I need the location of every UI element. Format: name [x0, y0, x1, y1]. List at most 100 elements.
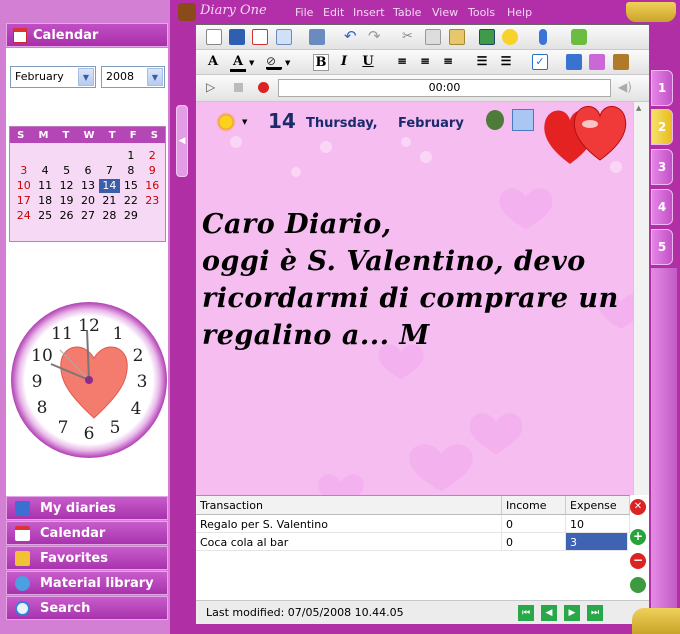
- month-select[interactable]: February ▼: [10, 66, 96, 88]
- calendar-day[interactable]: 22: [120, 194, 141, 208]
- calendar-day[interactable]: 13: [77, 179, 98, 193]
- italic-icon[interactable]: I: [336, 54, 352, 69]
- bullet-list-icon[interactable]: ☰: [474, 54, 490, 68]
- page-tab-2-active[interactable]: 2: [651, 109, 673, 145]
- calendar-day[interactable]: 28: [99, 209, 120, 223]
- nav-favorites[interactable]: Favorites: [6, 546, 168, 570]
- year-select[interactable]: 2008 ▼: [101, 66, 165, 88]
- nav-my-diaries[interactable]: My diaries: [6, 496, 168, 520]
- chevron-down-icon[interactable]: ▼: [285, 59, 290, 67]
- column-header[interactable]: Transaction: [196, 496, 502, 515]
- align-left-icon[interactable]: ≡: [394, 54, 410, 68]
- calendar-day[interactable]: 8: [120, 164, 141, 178]
- delete-page-icon[interactable]: [252, 29, 268, 45]
- calendar-day[interactable]: 7: [99, 164, 120, 178]
- print-icon[interactable]: [309, 29, 325, 45]
- menu-table[interactable]: Table: [393, 6, 421, 19]
- font-color-icon[interactable]: A: [230, 54, 246, 72]
- edit-icon[interactable]: [566, 54, 582, 70]
- calendar-day[interactable]: 12: [56, 179, 77, 193]
- calendar-day[interactable]: 2: [142, 149, 163, 163]
- close-icon[interactable]: ✕: [630, 499, 646, 515]
- calendar-day[interactable]: 24: [13, 209, 34, 223]
- media-progress[interactable]: 00:00: [278, 79, 611, 97]
- highlight-icon[interactable]: ⊘: [266, 54, 282, 70]
- diary-page[interactable]: ▼ 14 Thursday, February Caro Diario, ogg…: [196, 102, 633, 514]
- new-entry-icon[interactable]: [571, 29, 587, 45]
- table-cell[interactable]: 0: [502, 533, 566, 551]
- first-page-icon[interactable]: ⏮: [518, 605, 534, 621]
- menu-file[interactable]: File: [295, 6, 313, 19]
- calendar-day[interactable]: 23: [142, 194, 163, 208]
- calendar-day[interactable]: 9: [142, 164, 163, 178]
- undo-icon[interactable]: ↶: [344, 29, 360, 45]
- calendar-day[interactable]: 5: [56, 164, 77, 178]
- table-cell[interactable]: 0: [502, 515, 566, 533]
- nav-search[interactable]: Search: [6, 596, 168, 620]
- sound-icon[interactable]: [613, 54, 629, 70]
- nav-material-library[interactable]: Material library: [6, 571, 168, 595]
- volume-icon[interactable]: ◀): [618, 80, 632, 94]
- bold-icon[interactable]: B: [313, 54, 329, 71]
- refresh-icon[interactable]: [630, 577, 646, 593]
- calendar-day[interactable]: 15: [120, 179, 141, 193]
- chevron-down-icon[interactable]: ▼: [78, 68, 94, 86]
- menu-tools[interactable]: Tools: [468, 6, 495, 19]
- calendar-panel-header[interactable]: Calendar: [6, 23, 168, 47]
- insert-image-icon[interactable]: [479, 29, 495, 45]
- copy-page-icon[interactable]: [276, 29, 292, 45]
- save-icon[interactable]: [229, 29, 245, 45]
- calendar-day[interactable]: 4: [34, 164, 55, 178]
- table-cell[interactable]: Coca cola al bar: [196, 533, 502, 551]
- table-cell[interactable]: 10: [566, 515, 630, 533]
- attachment-icon[interactable]: [539, 29, 547, 45]
- calendar-day[interactable]: 20: [77, 194, 98, 208]
- underline-icon[interactable]: U: [360, 54, 376, 69]
- calendar-day[interactable]: 26: [56, 209, 77, 223]
- calendar-day[interactable]: 10: [13, 179, 34, 193]
- table-cell-selected[interactable]: 3: [566, 533, 628, 551]
- calendar-day[interactable]: 19: [56, 194, 77, 208]
- numbered-list-icon[interactable]: ☰: [498, 54, 514, 68]
- next-page-icon[interactable]: ▶: [564, 605, 580, 621]
- redo-icon[interactable]: ↷: [368, 29, 384, 45]
- column-header[interactable]: Expense: [566, 496, 630, 515]
- page-tab-5[interactable]: 5: [651, 229, 673, 265]
- page-tab-4[interactable]: 4: [651, 189, 673, 225]
- menu-help[interactable]: Help: [507, 6, 532, 19]
- align-center-icon[interactable]: ≡: [417, 54, 433, 68]
- calendar-day[interactable]: 3: [13, 164, 34, 178]
- calendar-day[interactable]: 21: [99, 194, 120, 208]
- previous-page-icon[interactable]: ◀: [541, 605, 557, 621]
- align-right-icon[interactable]: ≡: [440, 54, 456, 68]
- menu-view[interactable]: View: [432, 6, 458, 19]
- column-header[interactable]: Income: [502, 496, 566, 515]
- chevron-down-icon[interactable]: ▼: [249, 59, 254, 67]
- play-icon[interactable]: ▷: [206, 80, 215, 94]
- record-icon[interactable]: [258, 82, 269, 93]
- calendar-day[interactable]: 29: [120, 209, 141, 223]
- cut-icon[interactable]: ✂: [402, 29, 418, 45]
- calendar-day[interactable]: 6: [77, 164, 98, 178]
- calendar-day[interactable]: 14: [98, 179, 121, 193]
- menu-edit[interactable]: Edit: [323, 6, 344, 19]
- page-tab-1[interactable]: 1: [651, 70, 673, 106]
- chevron-down-icon[interactable]: ▼: [242, 118, 247, 126]
- paste-icon[interactable]: [449, 29, 465, 45]
- calendar-day[interactable]: 27: [77, 209, 98, 223]
- calendar-day[interactable]: 25: [34, 209, 55, 223]
- new-icon[interactable]: [206, 29, 222, 45]
- nav-calendar[interactable]: Calendar: [6, 521, 168, 545]
- stop-icon[interactable]: [234, 83, 243, 92]
- chevron-down-icon[interactable]: ▼: [147, 68, 163, 86]
- font-icon[interactable]: A: [205, 54, 221, 69]
- table-cell[interactable]: Regalo per S. Valentino: [196, 515, 502, 533]
- last-page-icon[interactable]: ⏭: [587, 605, 603, 621]
- user-icon[interactable]: [486, 110, 504, 130]
- menu-insert[interactable]: Insert: [353, 6, 385, 19]
- vertical-scrollbar[interactable]: ▲ ▼: [633, 102, 649, 514]
- page-tab-3[interactable]: 3: [651, 149, 673, 185]
- remove-row-icon[interactable]: −: [630, 553, 646, 569]
- calendar-day[interactable]: 11: [34, 179, 55, 193]
- add-row-icon[interactable]: +: [630, 529, 646, 545]
